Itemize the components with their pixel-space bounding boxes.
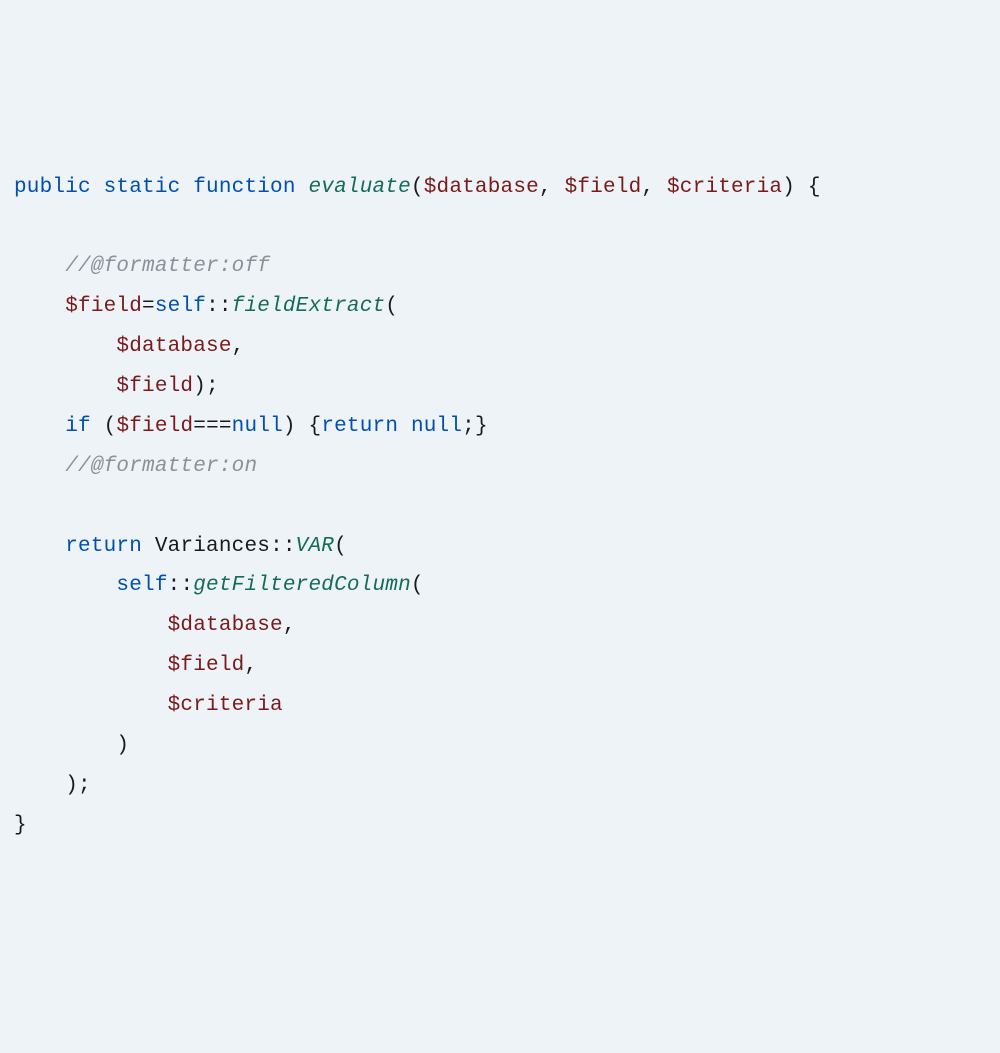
param-database: $database	[424, 176, 539, 199]
param-criteria: $criteria	[667, 176, 782, 199]
code-line-17: }	[14, 806, 986, 846]
var-field: $field	[116, 415, 193, 438]
class-variances: Variances	[155, 535, 270, 558]
code-line-5: $database,	[14, 327, 986, 367]
paren-close-semi: );	[65, 774, 91, 797]
param-field: $field	[565, 176, 642, 199]
code-line-6: $field);	[14, 367, 986, 407]
paren-open: (	[385, 295, 398, 318]
paren-close: )	[782, 176, 795, 199]
paren-open: (	[104, 415, 117, 438]
scope-op: ::	[270, 535, 296, 558]
paren-close: )	[283, 415, 296, 438]
code-line-1: public static function evaluate($databas…	[14, 168, 986, 208]
code-line-4: $field=self::fieldExtract(	[14, 287, 986, 327]
null-literal: null	[411, 415, 462, 438]
brace-open: {	[309, 415, 322, 438]
function-name: evaluate	[308, 176, 410, 199]
comma: ,	[232, 335, 245, 358]
semicolon-brace: ;}	[462, 415, 488, 438]
comma: ,	[641, 176, 654, 199]
paren-close: )	[116, 734, 129, 757]
code-line-7: if ($field===null) {return null;}	[14, 407, 986, 447]
arg-field: $field	[116, 375, 193, 398]
scope-op: ::	[206, 295, 232, 318]
paren-open: (	[411, 574, 424, 597]
arg-database: $database	[116, 335, 231, 358]
keyword-function: function	[193, 176, 295, 199]
comment-formatter-on: //@formatter:on	[65, 455, 257, 478]
code-block[interactable]: public static function evaluate($databas…	[14, 168, 986, 846]
null-literal: null	[232, 415, 283, 438]
code-line-8: //@formatter:on	[14, 447, 986, 487]
code-line-13: $field,	[14, 646, 986, 686]
brace-open: {	[808, 176, 821, 199]
code-line-10: return Variances::VAR(	[14, 527, 986, 567]
comma: ,	[244, 654, 257, 677]
arg-database: $database	[168, 614, 283, 637]
scope-op: ::	[168, 574, 194, 597]
code-line-blank	[14, 487, 986, 527]
brace-close: }	[14, 814, 27, 837]
keyword-if: if	[65, 415, 91, 438]
var-field: $field	[65, 295, 142, 318]
comment-formatter-off: //@formatter:off	[65, 255, 270, 278]
code-line-16: );	[14, 766, 986, 806]
code-line-3: //@formatter:off	[14, 247, 986, 287]
code-line-14: $criteria	[14, 686, 986, 726]
method-getFilteredColumn: getFilteredColumn	[193, 574, 411, 597]
identity-op: ===	[193, 415, 231, 438]
keyword-return: return	[321, 415, 398, 438]
keyword-return: return	[65, 535, 142, 558]
paren-open: (	[411, 176, 424, 199]
self-ref: self	[116, 574, 167, 597]
keyword-public: public	[14, 176, 91, 199]
assign-op: =	[142, 295, 155, 318]
paren-close: );	[193, 375, 219, 398]
code-line-11: self::getFilteredColumn(	[14, 566, 986, 606]
method-fieldExtract: fieldExtract	[232, 295, 386, 318]
self-ref: self	[155, 295, 206, 318]
comma: ,	[283, 614, 296, 637]
comma: ,	[539, 176, 552, 199]
arg-criteria: $criteria	[168, 694, 283, 717]
code-line-blank	[14, 207, 986, 247]
code-line-15: )	[14, 726, 986, 766]
keyword-static: static	[104, 176, 181, 199]
method-var: VAR	[296, 535, 334, 558]
code-line-12: $database,	[14, 606, 986, 646]
arg-field: $field	[168, 654, 245, 677]
paren-open: (	[334, 535, 347, 558]
